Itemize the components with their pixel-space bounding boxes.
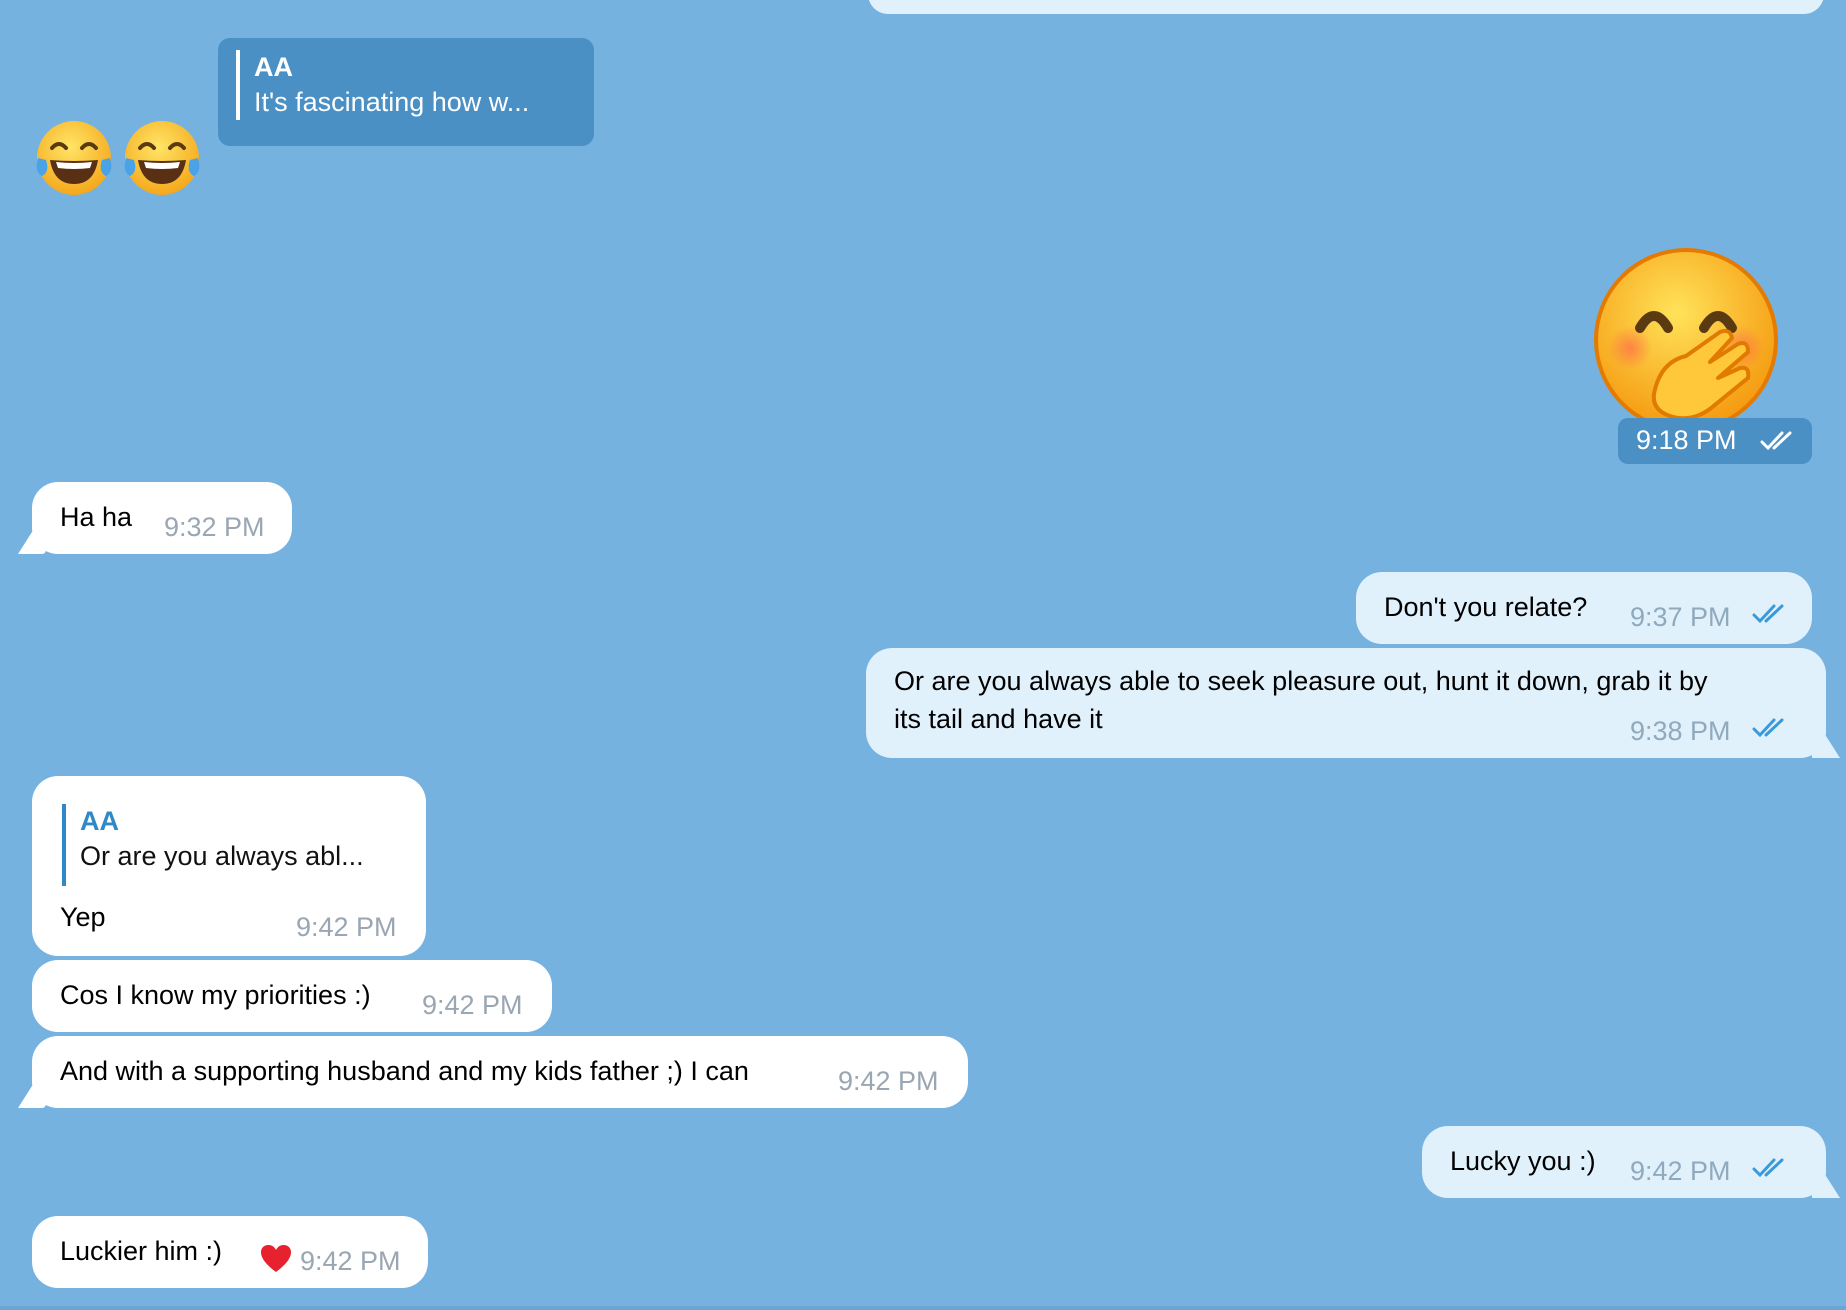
message-text-line1: Or are you always able to seek pleasure … — [894, 666, 1708, 696]
reply-excerpt: Or are you always abl... — [80, 841, 364, 871]
message-text: Ha ha — [60, 502, 133, 532]
message-time: 9:42 PM — [300, 1246, 401, 1276]
message-text: Cos I know my priorities :) — [60, 980, 371, 1010]
face-with-tears-of-joy-icon[interactable] — [32, 118, 116, 198]
sticker-time: 9:18 PM — [1636, 425, 1737, 455]
message-time: 9:42 PM — [296, 912, 397, 942]
double-check-icon — [1760, 431, 1792, 451]
heart-icon[interactable] — [260, 1244, 292, 1274]
double-check-icon — [1752, 604, 1784, 624]
message-text-line2: its tail and have it — [894, 704, 1103, 734]
message-text: Yep — [60, 902, 106, 932]
message-time: 9:32 PM — [164, 512, 265, 542]
message-text: And with a supporting husband and my kid… — [60, 1056, 749, 1086]
message-bubble-incoming[interactable]: And with a supporting husband and my kid… — [32, 1036, 968, 1108]
face-with-hand-over-mouth-icon[interactable] — [1590, 244, 1782, 434]
message-time: 9:42 PM — [422, 990, 523, 1020]
previous-message-bubble[interactable] — [868, 0, 1824, 14]
message-text: Luckier him :) — [60, 1236, 223, 1266]
double-check-icon — [1752, 718, 1784, 738]
message-bubble-incoming-reply[interactable]: AA Or are you always abl... Yep 9:42 PM — [32, 776, 426, 956]
chat-area[interactable]: AA It's fascinating how w... 9:18 PM Ha … — [0, 0, 1846, 1310]
message-time: 9:42 PM — [838, 1066, 939, 1096]
message-bubble-outgoing[interactable]: Lucky you :) 9:42 PM — [1422, 1126, 1826, 1198]
message-bubble-incoming[interactable]: Cos I know my priorities :) 9:42 PM — [32, 960, 552, 1032]
message-bubble-outgoing[interactable]: Don't you relate? 9:37 PM — [1356, 572, 1812, 644]
reply-author: AA — [80, 806, 119, 836]
message-time: 9:37 PM — [1630, 602, 1731, 632]
message-bubble-incoming[interactable]: Ha ha 9:32 PM — [32, 482, 292, 554]
message-text: Don't you relate? — [1384, 592, 1588, 622]
reply-excerpt: It's fascinating how w... — [254, 87, 530, 117]
reply-quote-card[interactable]: AA It's fascinating how w... — [218, 38, 594, 146]
message-bubble-outgoing[interactable]: Or are you always able to seek pleasure … — [866, 648, 1826, 758]
sticker-timestamp: 9:18 PM — [1618, 418, 1812, 464]
message-bubble-incoming[interactable]: Luckier him :) 9:42 PM — [32, 1216, 428, 1288]
message-time: 9:42 PM — [1630, 1156, 1731, 1186]
message-time: 9:38 PM — [1630, 716, 1731, 746]
reply-quote[interactable]: AA Or are you always abl... — [62, 804, 364, 886]
face-with-tears-of-joy-icon[interactable] — [120, 118, 204, 198]
message-text: Lucky you :) — [1450, 1146, 1596, 1176]
reply-quote: AA It's fascinating how w... — [236, 50, 529, 120]
chat-bottom-border — [0, 1306, 1846, 1310]
reply-author: AA — [254, 52, 293, 82]
double-check-icon — [1752, 1158, 1784, 1178]
